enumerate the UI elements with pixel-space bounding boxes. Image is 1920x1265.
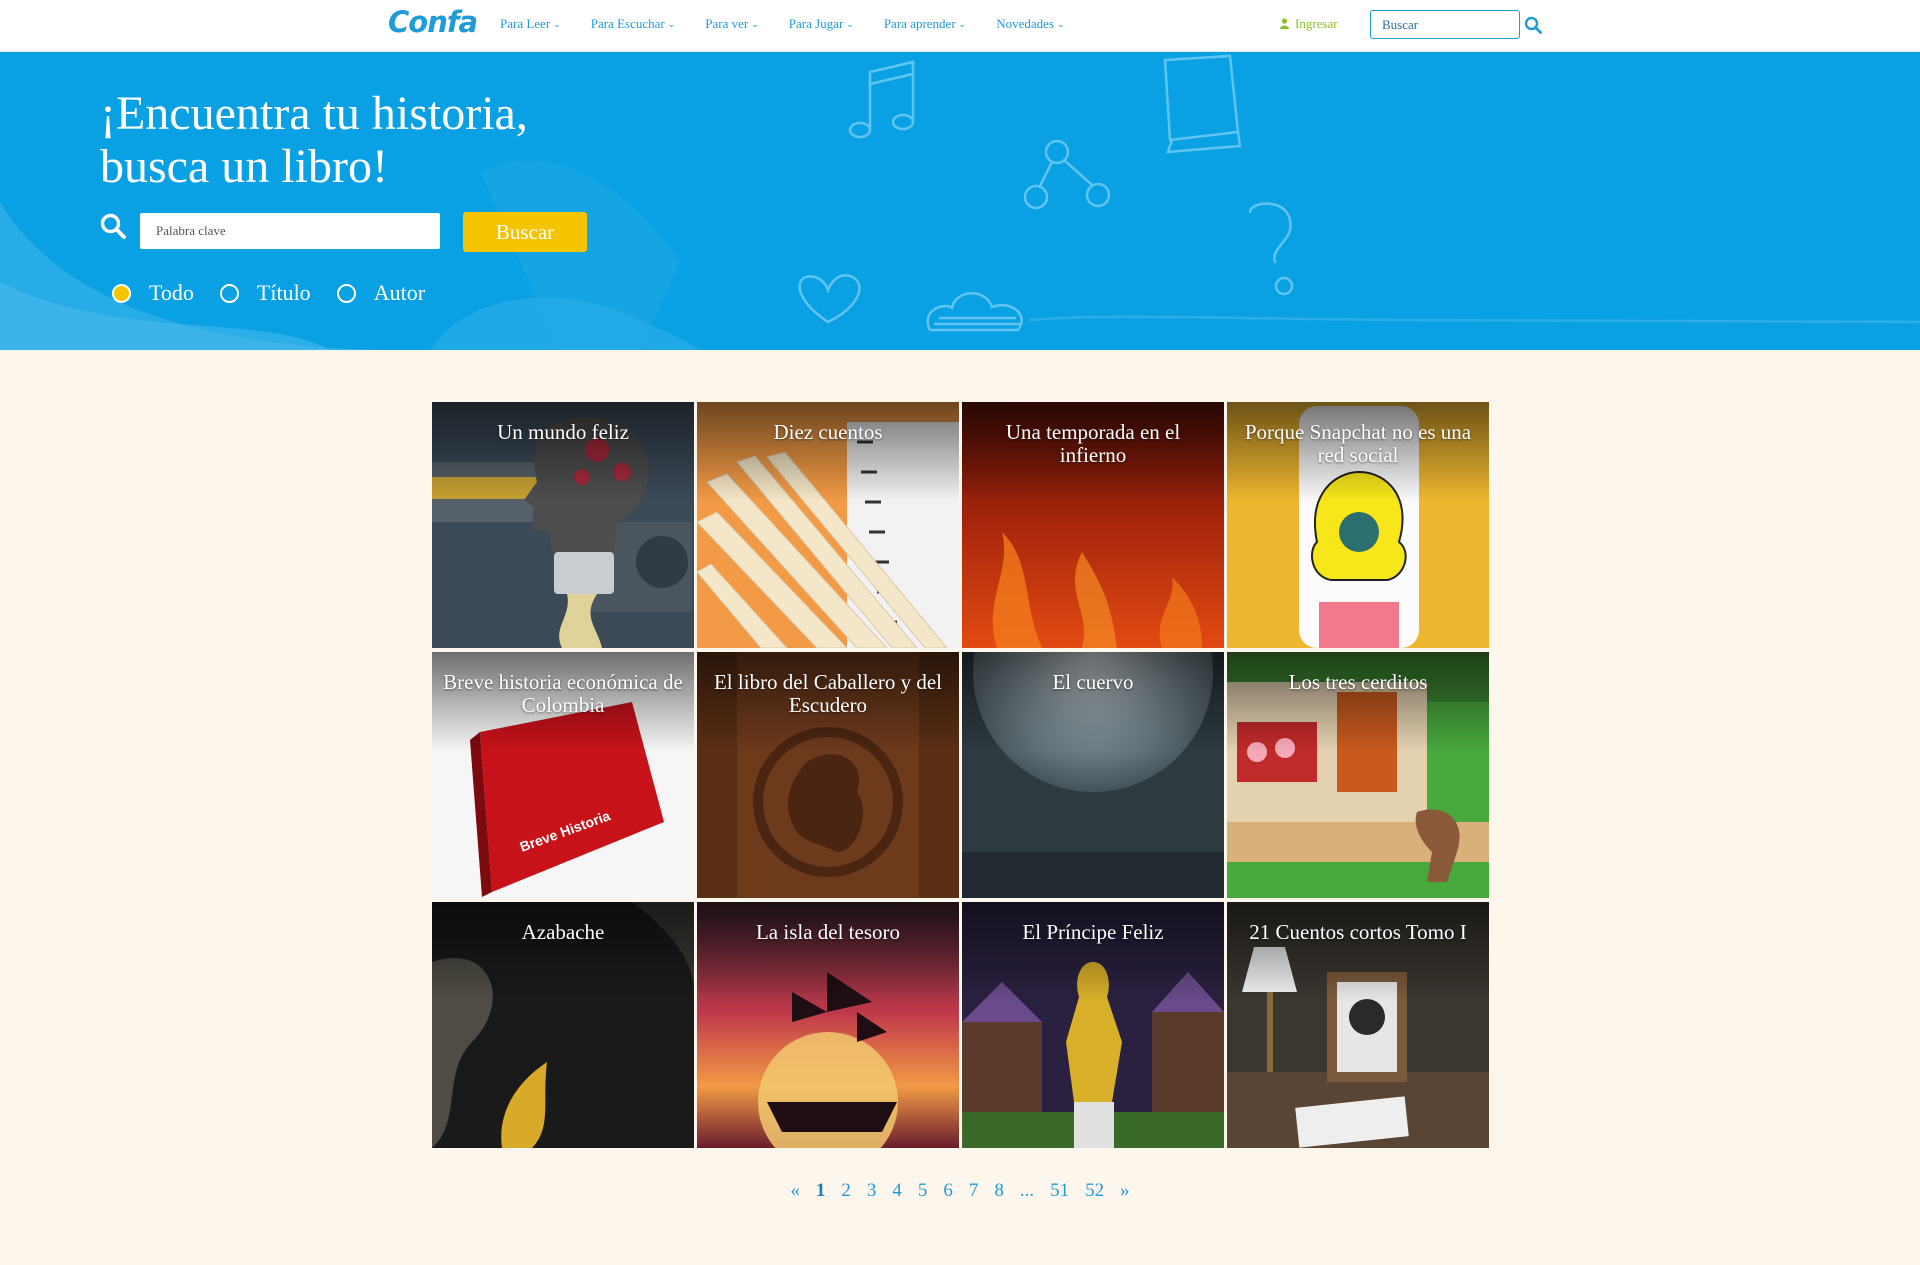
login-link[interactable]: Ingresar	[1280, 16, 1338, 32]
radio-dot	[112, 283, 131, 303]
menu-item-para-ver[interactable]: Para ver ⌄	[705, 16, 759, 32]
radio-titulo[interactable]: Título	[219, 280, 311, 306]
title-shade	[697, 902, 959, 1002]
pagination: « 1 2 3 4 5 6 7 8 ... 51 52 »	[0, 1180, 1920, 1202]
menu-item-label: Para aprender	[883, 16, 956, 31]
title-shade	[697, 402, 959, 502]
hero-banner: ¡Encuentra tu historia,busca un libro! B…	[0, 52, 1920, 350]
menu-item-para-aprender[interactable]: Para aprender ⌄	[884, 16, 966, 32]
book-title: La isla del tesoro	[755, 920, 901, 944]
top-navigation: Confa Para Leer ⌄ Para Escuchar ⌄ Para ver…	[0, 0, 1920, 52]
hero-title-line-1: ¡Encuentra tu historia,	[100, 87, 528, 140]
book-card-el-principe-feliz[interactable]: El Príncipe Feliz	[962, 902, 1224, 1148]
book-grid: Un mundo feliz Diez cuentos Una temporad…	[432, 402, 1489, 1148]
book-title: Diez cuentos	[773, 420, 883, 444]
search-filter-radios: Todo Título Autor	[112, 280, 451, 306]
pagination-page-4[interactable]: 4	[884, 1180, 910, 1202]
menu-item-para-escuchar[interactable]: Para Escuchar ⌄	[591, 16, 676, 32]
title-shade	[432, 902, 694, 1002]
chevron-down-icon: ⌄	[751, 19, 759, 29]
pagination-page-6[interactable]: 6	[935, 1180, 961, 1202]
hero-title: ¡Encuentra tu historia, busca un libro!	[100, 87, 660, 193]
title-shade	[1227, 902, 1489, 1002]
book-title: El cuervo	[1052, 670, 1134, 694]
book-card-diez-cuentos[interactable]: Diez cuentos	[697, 402, 959, 648]
pagination-prev[interactable]: «	[782, 1180, 808, 1202]
book-card-21-cuentos-cortos[interactable]: 21 Cuentos cortos Tomo I	[1227, 902, 1489, 1148]
radio-label: Todo	[149, 280, 194, 305]
hero-title-line-2: busca un libro!	[100, 140, 388, 193]
book-title: Azabache	[521, 920, 605, 944]
book-card-breve-historia[interactable]: Breve Historia Breve historia económica …	[432, 652, 694, 898]
book-card-los-tres-cerditos[interactable]: Los tres cerditos	[1227, 652, 1489, 898]
book-title: El Príncipe Feliz	[1022, 920, 1164, 944]
book-title: Breve historia económica de Colombia	[443, 670, 683, 717]
radio-label: Autor	[373, 280, 426, 305]
menu-item-label: Novedades	[996, 16, 1054, 31]
radio-dot	[336, 283, 356, 303]
pagination-page-2[interactable]: 2	[833, 1180, 859, 1202]
menu-item-label: Para ver	[705, 16, 749, 31]
chevron-down-icon: ⌄	[667, 19, 676, 29]
pagination-page-1[interactable]: 1	[808, 1180, 834, 1202]
book-card-azabache[interactable]: Azabache	[432, 902, 694, 1148]
book-title: Una temporada en el infierno	[1005, 420, 1181, 467]
book-title: Los tres cerditos	[1288, 670, 1428, 694]
chevron-down-icon: ⌄	[958, 19, 967, 29]
main-menu: Para Leer ⌄ Para Escuchar ⌄ Para ver ⌄ Para…	[500, 16, 1065, 32]
keyword-search-input[interactable]	[140, 213, 440, 249]
title-shade	[432, 402, 694, 502]
confa-logo[interactable]: Confa	[388, 5, 478, 39]
login-label: Ingresar	[1295, 16, 1338, 31]
pagination-page-8[interactable]: 8	[986, 1180, 1012, 1202]
book-card-snapchat[interactable]: Porque Snapchat no es una red social	[1227, 402, 1489, 648]
user-icon	[1280, 18, 1289, 29]
book-card-un-mundo-feliz[interactable]: Un mundo feliz	[432, 402, 694, 648]
title-shade	[962, 902, 1224, 1002]
book-title: 21 Cuentos cortos Tomo I	[1249, 920, 1467, 944]
book-title: El libro del Caballero y del Escudero	[713, 670, 943, 717]
search-icon	[100, 213, 126, 239]
top-search-input[interactable]	[1370, 10, 1520, 39]
pagination-page-3[interactable]: 3	[859, 1180, 885, 1202]
title-shade	[962, 652, 1224, 752]
menu-item-para-jugar[interactable]: Para Jugar ⌄	[789, 16, 854, 32]
radio-todo[interactable]: Todo	[112, 280, 194, 306]
radio-dot	[219, 283, 239, 303]
menu-item-novedades[interactable]: Novedades ⌄	[996, 16, 1064, 32]
chevron-down-icon: ⌄	[846, 19, 854, 29]
pagination-next[interactable]: »	[1112, 1180, 1138, 1202]
pagination-page-51[interactable]: 51	[1042, 1180, 1077, 1202]
book-card-caballero-escudero[interactable]: El libro del Caballero y del Escudero	[697, 652, 959, 898]
pagination-page-5[interactable]: 5	[910, 1180, 936, 1202]
chevron-down-icon: ⌄	[553, 19, 561, 29]
book-card-la-isla-del-tesoro[interactable]: La isla del tesoro	[697, 902, 959, 1148]
menu-item-label: Para Jugar	[788, 16, 844, 31]
search-icon[interactable]	[1524, 16, 1542, 34]
book-card-una-temporada-en-el-infierno[interactable]: Una temporada en el infierno	[962, 402, 1224, 648]
radio-autor[interactable]: Autor	[336, 280, 426, 306]
pagination-page-7[interactable]: 7	[961, 1180, 987, 1202]
pagination-page-52[interactable]: 52	[1077, 1180, 1112, 1202]
menu-item-label: Para Leer	[500, 16, 551, 31]
book-card-el-cuervo[interactable]: El cuervo	[962, 652, 1224, 898]
menu-item-label: Para Escuchar	[590, 16, 665, 31]
radio-label: Título	[256, 280, 311, 305]
chevron-down-icon: ⌄	[1056, 19, 1065, 29]
book-title: Porque Snapchat no es una red social	[1244, 420, 1472, 467]
menu-item-para-leer[interactable]: Para Leer ⌄	[500, 16, 561, 32]
search-button[interactable]: Buscar	[463, 212, 587, 252]
title-shade	[1227, 652, 1489, 752]
book-title: Un mundo feliz	[497, 420, 629, 444]
pagination-ellipsis: ...	[1019, 1180, 1035, 1201]
